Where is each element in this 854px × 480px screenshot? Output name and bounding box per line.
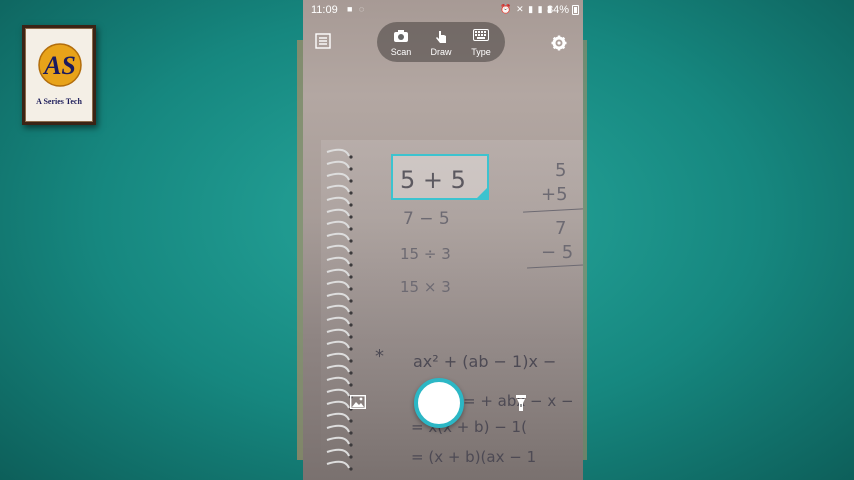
mode-scan-button[interactable]: Scan	[381, 22, 421, 62]
column-sum-term: 7	[555, 218, 567, 239]
logo-letters: AS	[42, 51, 76, 80]
status-bar: 11:09 ■ ◌ ⏰ ✕ ▮ ▮ ▮ 84%	[303, 0, 583, 20]
column-sum-term: − 5	[541, 242, 574, 263]
gear-icon[interactable]	[551, 35, 567, 51]
factoring-line: = (x + b)(ax − 1	[411, 448, 537, 466]
column-sum-term: +5	[541, 184, 568, 205]
phone-screen: 11:09 ■ ◌ ⏰ ✕ ▮ ▮ ▮ 84% Scan Draw Type 5…	[303, 0, 583, 480]
mode-selector: Scan Draw Type	[377, 22, 505, 62]
column-sum-term: 5	[555, 160, 567, 181]
shutter-button[interactable]	[414, 378, 464, 428]
channel-logo-mark: AS	[38, 43, 82, 87]
mode-scan-label: Scan	[390, 47, 412, 57]
battery-icon	[572, 5, 579, 15]
logo-text: A Series Tech	[36, 97, 82, 106]
equation: 15 ÷ 3	[400, 245, 451, 263]
keyboard-icon	[473, 29, 489, 41]
equation: 15 × 3	[400, 278, 451, 296]
camera-icon	[394, 30, 408, 42]
mode-type-label: Type	[471, 47, 491, 57]
hand-draw-icon	[436, 31, 446, 43]
status-time: 11:09	[311, 4, 338, 16]
mode-draw-label: Draw	[430, 47, 452, 57]
history-list-icon[interactable]	[315, 33, 331, 49]
equation: 7 − 5	[403, 209, 450, 229]
status-battery: 84%	[546, 4, 569, 16]
channel-logo: AS A Series Tech	[22, 25, 96, 125]
status-notification-icons: ■ ◌	[347, 4, 367, 14]
gallery-icon[interactable]	[350, 395, 366, 409]
resize-handle[interactable]	[477, 188, 487, 198]
notebook-spiral	[326, 148, 353, 471]
selected-equation: 5 + 5	[400, 166, 466, 194]
factoring-line: ax² + (ab − 1)x −	[413, 352, 557, 371]
bullet-mark: *	[375, 346, 384, 367]
flashlight-icon[interactable]	[515, 394, 527, 412]
mode-type-button[interactable]: Type	[461, 22, 501, 62]
status-signal-icons: ⏰ ✕ ▮ ▮ ▮	[500, 4, 553, 14]
edge-right	[583, 40, 587, 460]
mode-draw-button[interactable]: Draw	[421, 22, 461, 62]
